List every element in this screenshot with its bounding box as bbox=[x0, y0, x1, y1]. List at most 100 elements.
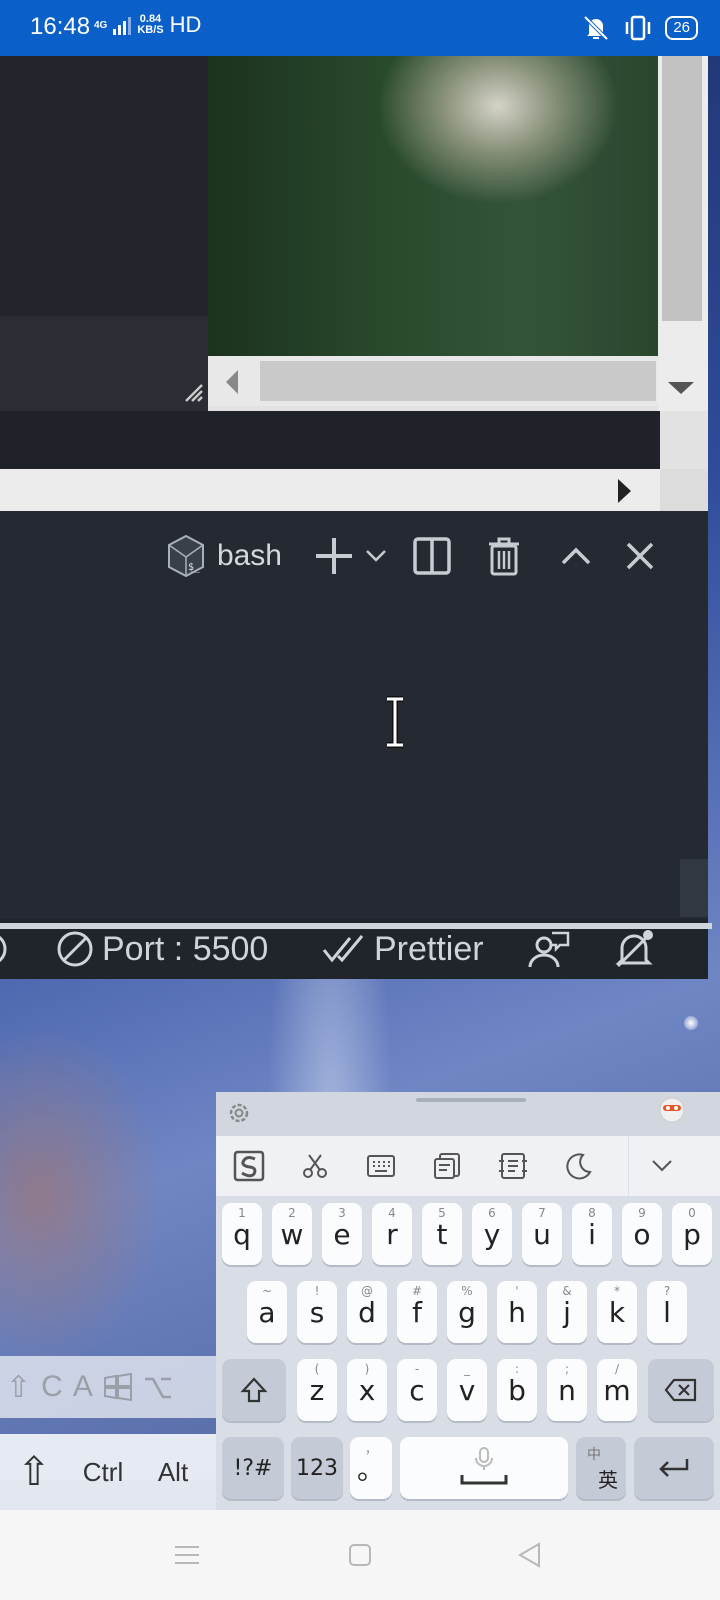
shift-arrow-icon bbox=[240, 1377, 268, 1403]
new-terminal-plus-icon[interactable] bbox=[312, 531, 356, 581]
terminal-output[interactable] bbox=[0, 591, 708, 856]
soft-keyboard[interactable]: 1q 2w 3e 4r 5t 6y 7u 8i 9o 0p ~ a ! s @ d #… bbox=[216, 1092, 720, 1510]
key-f[interactable]: # f bbox=[397, 1281, 437, 1343]
key-v[interactable]: _ v bbox=[447, 1359, 487, 1421]
keyboard-top-bar bbox=[216, 1092, 720, 1136]
shift-key[interactable] bbox=[222, 1359, 286, 1421]
key-w[interactable]: 2w bbox=[272, 1203, 312, 1265]
terminal-scrollbar[interactable] bbox=[680, 859, 708, 917]
key-m[interactable]: / m bbox=[597, 1359, 637, 1421]
lang-top-label: 中 bbox=[587, 1446, 601, 1463]
key-a[interactable]: ~ a bbox=[247, 1281, 287, 1343]
terminal-shell-name[interactable]: bash bbox=[217, 539, 282, 573]
hd-indicator: HD bbox=[169, 12, 202, 37]
key-q[interactable]: 1q bbox=[222, 1203, 262, 1265]
symbols-key[interactable]: !?# bbox=[222, 1437, 284, 1499]
terminal-dropdown-chevron-icon[interactable] bbox=[356, 531, 396, 581]
vertical-scrollbar[interactable] bbox=[658, 56, 708, 411]
collapse-keyboard-chevron-icon[interactable] bbox=[628, 1136, 694, 1196]
status-bar: 16:48 4G 0.84 KB/S HD 26 bbox=[0, 0, 720, 56]
extra-keys-row-main: ⇧ Ctrl Alt bbox=[0, 1434, 218, 1510]
network-speed: 0.84 KB/S bbox=[137, 14, 163, 36]
option-key-icon[interactable] bbox=[143, 1373, 173, 1401]
scroll-right-arrow-icon[interactable] bbox=[618, 479, 631, 503]
terminal-toolbar: $_ bash bbox=[165, 531, 668, 581]
key-c[interactable]: -c bbox=[397, 1359, 437, 1421]
status-time: 16:48 bbox=[30, 13, 91, 40]
key-j[interactable]: & j bbox=[547, 1281, 587, 1343]
space-key[interactable] bbox=[400, 1437, 568, 1499]
key-r[interactable]: 4r bbox=[372, 1203, 412, 1265]
language-switch-key[interactable]: 中 英 bbox=[576, 1437, 626, 1499]
system-navigation-bar bbox=[0, 1510, 720, 1600]
menu-nav-button[interactable] bbox=[167, 1538, 207, 1572]
numbers-key[interactable]: 123 bbox=[291, 1437, 343, 1499]
status-right-icons: 26 bbox=[581, 14, 698, 42]
key-o[interactable]: 9o bbox=[622, 1203, 662, 1265]
key-n[interactable]: ; n bbox=[547, 1359, 587, 1421]
key-h[interactable]: ' h bbox=[497, 1281, 537, 1343]
mascot-avatar-icon[interactable] bbox=[658, 1096, 686, 1124]
home-square-icon bbox=[349, 1544, 371, 1566]
keyboard-layout-icon[interactable] bbox=[348, 1136, 414, 1196]
scroll-left-arrow-icon[interactable] bbox=[226, 370, 238, 394]
back-nav-button[interactable] bbox=[510, 1538, 550, 1572]
bell-notification-icon bbox=[615, 930, 653, 968]
scroll-down-arrow-icon[interactable] bbox=[668, 382, 694, 394]
key-y[interactable]: 6y bbox=[472, 1203, 512, 1265]
horizontal-scroll-thumb[interactable] bbox=[260, 361, 656, 401]
remote-app-window[interactable]: $_ bash Port: 5500 Prettier bbox=[0, 56, 708, 979]
key-l[interactable]: ? l bbox=[647, 1281, 687, 1343]
key-d[interactable]: @ d bbox=[347, 1281, 387, 1343]
resize-handle-icon[interactable] bbox=[182, 381, 206, 405]
key-t[interactable]: 5t bbox=[422, 1203, 462, 1265]
maximize-panel-chevron-up-icon[interactable] bbox=[540, 531, 612, 581]
key-g[interactable]: % g bbox=[447, 1281, 487, 1343]
horizontal-scrollbar[interactable] bbox=[208, 356, 658, 406]
scissors-icon[interactable] bbox=[282, 1136, 348, 1196]
editor-area[interactable] bbox=[0, 56, 208, 411]
key-u[interactable]: 7u bbox=[522, 1203, 562, 1265]
clipboard-translate-icon[interactable] bbox=[414, 1136, 480, 1196]
key-p[interactable]: 0p bbox=[672, 1203, 712, 1265]
keyboard-toolbar bbox=[216, 1136, 720, 1196]
kill-terminal-trash-icon[interactable] bbox=[468, 531, 540, 581]
keyboard-settings-gear-icon[interactable] bbox=[226, 1100, 252, 1126]
dark-mode-moon-icon[interactable] bbox=[546, 1136, 612, 1196]
translate-icon[interactable] bbox=[480, 1136, 546, 1196]
backspace-key[interactable] bbox=[648, 1359, 714, 1421]
punctuation-key[interactable]: ，。 bbox=[350, 1437, 392, 1499]
extra-a-key-faded[interactable]: A bbox=[73, 1370, 93, 1404]
text-cursor-ibeam-icon bbox=[387, 696, 403, 748]
key-s[interactable]: ! s bbox=[297, 1281, 337, 1343]
space-bar-icon bbox=[460, 1475, 508, 1485]
keyboard-drag-handle[interactable] bbox=[416, 1098, 526, 1102]
editor-strip bbox=[0, 316, 208, 411]
port-label: Port : 5500 bbox=[102, 929, 269, 968]
image-preview-pane[interactable] bbox=[208, 56, 658, 356]
key-e[interactable]: 3e bbox=[322, 1203, 362, 1265]
extra-c-key-faded[interactable]: C bbox=[41, 1370, 63, 1404]
key-i[interactable]: 8i bbox=[572, 1203, 612, 1265]
key-z[interactable]: (z bbox=[297, 1359, 337, 1421]
extra-shift-key-faded[interactable]: ⇧ bbox=[6, 1370, 31, 1405]
key-x[interactable]: ) x bbox=[347, 1359, 387, 1421]
enter-key[interactable] bbox=[634, 1437, 714, 1499]
key-k[interactable]: * k bbox=[597, 1281, 637, 1343]
vibrate-icon bbox=[626, 15, 651, 41]
scrollbar-corner bbox=[660, 469, 708, 511]
enter-return-icon bbox=[659, 1459, 689, 1477]
terminal-panel[interactable]: $_ bash bbox=[0, 511, 708, 919]
ime-logo-icon[interactable] bbox=[216, 1136, 282, 1196]
double-check-icon bbox=[322, 935, 364, 963]
split-terminal-icon[interactable] bbox=[396, 531, 468, 581]
extra-shift-key[interactable]: ⇧ bbox=[0, 1434, 68, 1510]
key-b[interactable]: :b bbox=[497, 1359, 537, 1421]
editor-horizontal-scrollbar[interactable] bbox=[0, 469, 708, 511]
close-panel-icon[interactable] bbox=[612, 531, 668, 581]
extra-alt-key[interactable]: Alt bbox=[138, 1434, 208, 1510]
extra-ctrl-key[interactable]: Ctrl bbox=[68, 1434, 138, 1510]
home-nav-button[interactable] bbox=[340, 1538, 380, 1572]
windows-key-icon[interactable] bbox=[103, 1373, 133, 1401]
vertical-scroll-thumb[interactable] bbox=[662, 56, 702, 321]
